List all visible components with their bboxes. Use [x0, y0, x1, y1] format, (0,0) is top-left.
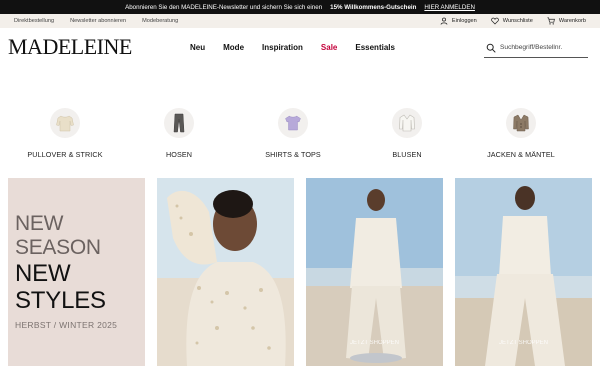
nav-item-fashion[interactable]: Mode — [223, 43, 244, 52]
nav-item-inspiration[interactable]: Inspiration — [262, 43, 303, 52]
category-pullover[interactable]: PULLOVER & STRICK — [10, 108, 120, 159]
nav-item-sale[interactable]: Sale — [321, 43, 337, 52]
product-image-white-suit[interactable]: JETZT SHOPPEN — [306, 178, 443, 366]
hero-banner[interactable]: NEW SEASON NEW STYLES HERBST / WINTER 20… — [8, 178, 145, 366]
tile-caption: JETZT SHOPPEN — [499, 340, 548, 346]
blouse-icon — [392, 108, 422, 138]
model-photo — [306, 178, 443, 366]
fashion-advice-link[interactable]: Modeberatung — [142, 18, 178, 24]
model-photo — [157, 178, 294, 366]
sweater-icon — [50, 108, 80, 138]
model-photo — [455, 178, 592, 366]
trousers-icon — [164, 108, 194, 138]
wishlist-label: Wunschliste — [502, 18, 533, 24]
category-jackets[interactable]: JACKEN & MÄNTEL — [466, 108, 576, 159]
category-label: HOSEN — [165, 150, 193, 159]
promo-bar: Abonnieren Sie den MADELEINE-Newsletter … — [0, 0, 600, 14]
category-label: PULLOVER & STRICK — [27, 150, 103, 159]
cart-icon — [547, 17, 555, 25]
hero-text: NEW SEASON NEW STYLES HERBST / WINTER 20… — [15, 212, 117, 330]
nav-item-new[interactable]: Neu — [190, 43, 205, 52]
main-header: MADELEINE Neu Mode Inspiration Sale Esse… — [0, 28, 600, 68]
category-label: BLUSEN — [392, 150, 422, 159]
product-image-cream-set[interactable]: JETZT SHOPPEN — [455, 178, 592, 366]
category-row: PULLOVER & STRICK HOSEN SHIRTS & TOPS BL… — [0, 108, 600, 164]
wishlist-link[interactable]: Wunschliste — [490, 17, 533, 25]
heart-icon — [490, 17, 499, 25]
category-label: SHIRTS & TOPS — [265, 150, 321, 159]
newsletter-signup-link[interactable]: HIER ANMELDEN — [424, 4, 475, 11]
login-label: Einloggen — [451, 18, 477, 24]
search-icon — [486, 43, 496, 53]
promo-text: Abonnieren Sie den MADELEINE-Newsletter … — [125, 3, 323, 11]
hero-line-2: SEASON — [15, 236, 101, 259]
main-nav: Neu Mode Inspiration Sale Essentials — [190, 43, 395, 52]
login-link[interactable]: Einloggen — [440, 17, 477, 25]
utility-bar: Direktbestellung Newsletter abonnieren M… — [0, 14, 600, 28]
category-blouses[interactable]: BLUSEN — [352, 108, 462, 159]
jacket-icon — [506, 108, 536, 138]
hero-line-3: NEW — [15, 260, 71, 287]
hero-line-4: STYLES — [15, 287, 106, 314]
promo-highlight: 15% Willkommens-Gutschein — [330, 3, 417, 11]
category-shirts[interactable]: SHIRTS & TOPS — [238, 108, 348, 159]
direct-order-link[interactable]: Direktbestellung — [14, 18, 54, 24]
user-icon — [440, 17, 448, 25]
product-image-sequin-cardigan[interactable] — [157, 178, 294, 366]
brand-logo[interactable]: MADELEINE — [8, 34, 132, 60]
search-placeholder: Suchbegriff/Bestellnr. — [500, 44, 563, 51]
cart-link[interactable]: Warenkorb — [547, 17, 586, 25]
cart-label: Warenkorb — [558, 18, 586, 24]
tile-caption: JETZT SHOPPEN — [350, 340, 399, 346]
hero-season: HERBST / WINTER 2025 — [15, 320, 118, 330]
hero-line-1: NEW — [15, 212, 64, 235]
search-field[interactable]: Suchbegriff/Bestellnr. — [484, 38, 588, 58]
category-trousers[interactable]: HOSEN — [124, 108, 234, 159]
nav-item-essentials[interactable]: Essentials — [355, 43, 395, 52]
category-label: JACKEN & MÄNTEL — [487, 150, 555, 159]
shirt-icon — [278, 108, 308, 138]
newsletter-link[interactable]: Newsletter abonnieren — [70, 18, 126, 24]
